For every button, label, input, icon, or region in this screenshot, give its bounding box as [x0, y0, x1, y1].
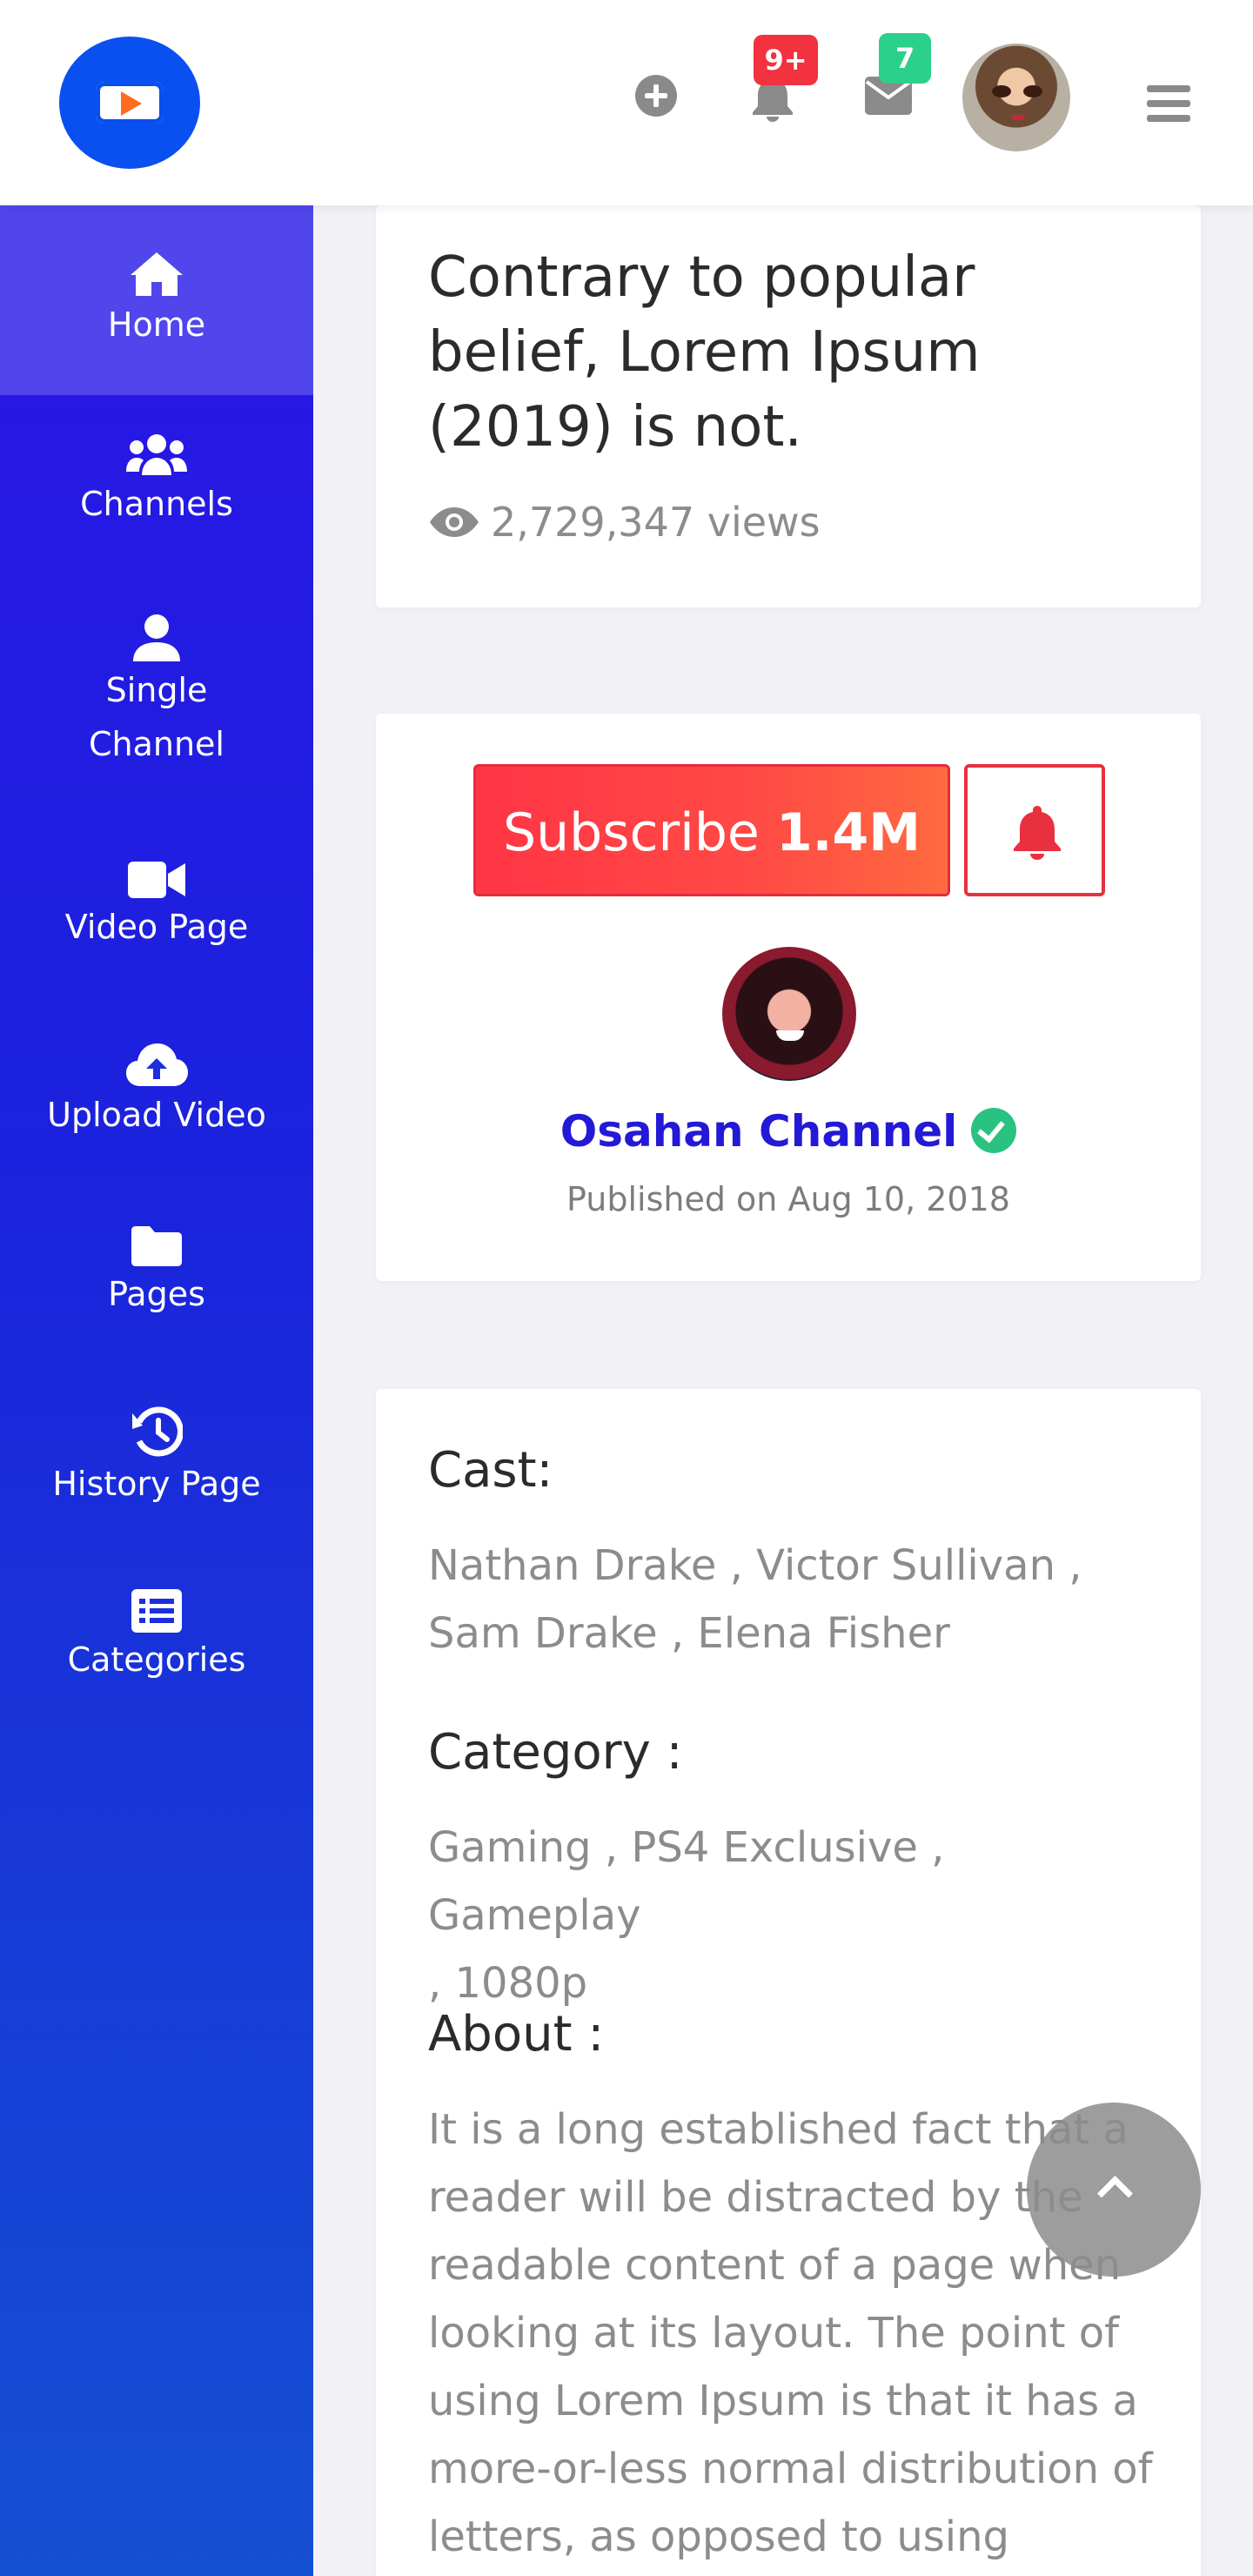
sidebar-item-pages[interactable]: Pages — [0, 1225, 313, 1338]
sidebar-item-label: Categories — [67, 1640, 246, 1679]
channel-avatar[interactable] — [722, 947, 856, 1081]
sidebar-item-label: Upload Video — [47, 1096, 266, 1134]
sidebar-item-label: Channel — [88, 725, 224, 763]
cast-text: Nathan Drake , Victor Sullivan , Sam Dra… — [428, 1532, 1159, 1667]
channel-name[interactable]: Osahan Channel — [376, 1102, 1201, 1161]
notifications-badge: 9+ — [754, 35, 818, 85]
about-line: letters, as opposed to using — [428, 2512, 1010, 2561]
video-details-card: Cast: Nathan Drake , Victor Sullivan , S… — [376, 1389, 1201, 2576]
sidebar-item-video-page[interactable]: Video Page — [0, 860, 313, 973]
view-count: 2,729,347 views — [428, 496, 821, 548]
notification-bell-button[interactable] — [964, 764, 1105, 896]
home-icon — [131, 252, 183, 296]
video-camera-icon — [128, 862, 185, 898]
subscribe-button[interactable]: Subscribe 1.4M — [473, 764, 950, 896]
subscriber-count: 1.4M — [775, 802, 921, 863]
scroll-to-top-button[interactable] — [1027, 2103, 1201, 2277]
user-icon — [133, 614, 180, 661]
messages-badge: 7 — [879, 33, 931, 84]
category-text: Gaming , PS4 Exclusive , Gameplay , 1080… — [428, 1814, 1159, 2017]
cast-line: Nathan Drake , Victor Sullivan , — [428, 1541, 1082, 1590]
video-title: Contrary to popular belief, Lorem Ipsum … — [428, 245, 981, 460]
category-heading: Category : — [428, 1724, 683, 1781]
category-line: Gaming , PS4 Exclusive , Gameplay — [428, 1823, 945, 1940]
about-line: more-or-less normal distribution of — [428, 2445, 1153, 2493]
cloud-upload-icon — [126, 1043, 188, 1086]
history-icon — [132, 1406, 183, 1457]
folder-icon — [131, 1226, 182, 1266]
eye-icon — [430, 507, 479, 537]
sidebar-item-label: Pages — [108, 1275, 205, 1313]
sidebar-item-categories[interactable]: Categories — [0, 1589, 313, 1702]
sidebar: Home Channels Single Channel Video Page … — [0, 205, 313, 2576]
sidebar-item-home[interactable]: Home — [0, 205, 313, 395]
channel-card: Subscribe 1.4M Osahan Channel Published … — [376, 714, 1201, 1281]
user-avatar[interactable] — [962, 44, 1070, 151]
video-title-card: Contrary to popular belief, Lorem Ipsum … — [376, 205, 1201, 607]
channel-name-text: Osahan Channel — [559, 1106, 958, 1157]
about-line: looking at its layout. The point of — [428, 2309, 1120, 2358]
hamburger-menu-icon[interactable] — [1147, 85, 1190, 122]
published-date: Published on Aug 10, 2018 — [566, 1180, 1010, 1218]
about-line: using Lorem Ipsum is that it has a — [428, 2377, 1138, 2425]
cast-heading: Cast: — [428, 1442, 553, 1499]
plus-circle-icon[interactable] — [635, 75, 677, 117]
sidebar-item-label: Single — [105, 671, 208, 709]
sidebar-item-label: Video Page — [64, 908, 249, 946]
users-icon — [126, 434, 187, 475]
sidebar-item-upload-video[interactable]: Upload Video — [0, 1041, 313, 1154]
sidebar-item-label: Channels — [80, 485, 233, 523]
bell-icon — [1014, 806, 1061, 860]
list-alt-icon — [131, 1589, 182, 1633]
logo-play-icon[interactable] — [59, 37, 200, 169]
views-text: 2,729,347 views — [491, 499, 821, 546]
subscribe-label: Subscribe — [503, 802, 760, 863]
top-navbar: 9+ 7 — [0, 0, 1253, 205]
cast-line: Sam Drake , Elena Fisher — [428, 1609, 950, 1658]
sidebar-item-single-channel[interactable]: Single Channel — [0, 613, 313, 787]
sidebar-item-channels[interactable]: Channels — [0, 432, 313, 545]
sidebar-item-label: Home — [107, 305, 206, 344]
sidebar-item-label: History Page — [52, 1465, 261, 1503]
verified-check-icon — [971, 1108, 1017, 1153]
sidebar-item-history-page[interactable]: History Page — [0, 1406, 313, 1519]
about-heading: About : — [428, 2006, 605, 2063]
